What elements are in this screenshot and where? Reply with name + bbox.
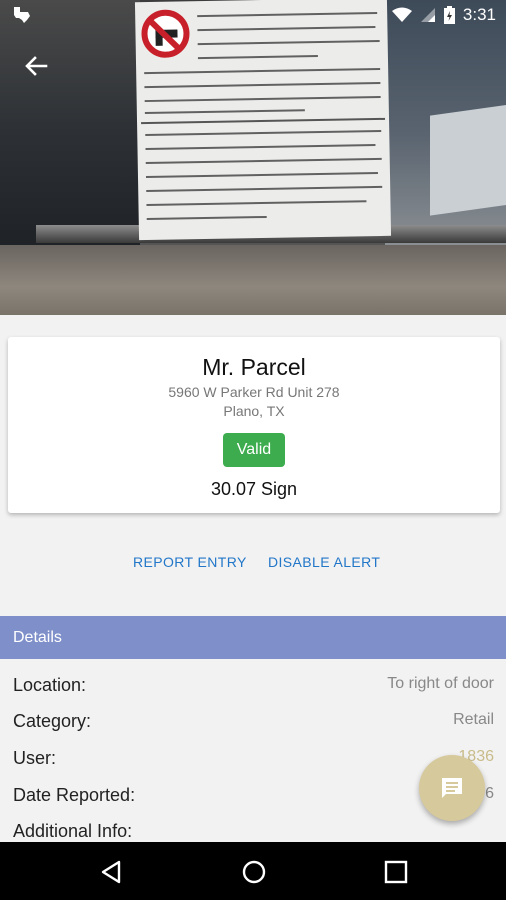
detail-value: Retail <box>453 711 494 728</box>
status-badge: Valid <box>223 433 285 467</box>
battery-icon <box>443 6 455 24</box>
detail-label: Location: <box>13 675 87 695</box>
texas-icon <box>14 7 30 23</box>
details-list: Location: To right of door Category: Ret… <box>0 660 506 842</box>
nav-recents-icon[interactable] <box>383 859 409 885</box>
status-time: 3:31 <box>462 5 496 24</box>
photo-floor <box>0 245 506 315</box>
detail-label: Date Reported: <box>13 785 136 805</box>
photo-sign <box>134 0 392 241</box>
nav-home-icon[interactable] <box>241 859 267 885</box>
status-bar: 3:31 <box>0 0 506 30</box>
chat-message-icon <box>442 778 462 798</box>
detail-value: To right of door <box>387 675 494 692</box>
detail-label: User: <box>13 748 57 768</box>
disable-alert-button[interactable]: DISABLE ALERT <box>268 554 380 570</box>
location-address: 5960 W Parker Rd Unit 278 <box>168 384 340 400</box>
chat-fab-button[interactable] <box>419 755 485 821</box>
action-buttons: REPORT ENTRY DISABLE ALERT <box>0 554 506 576</box>
detail-row-location: Location: To right of door <box>0 660 506 696</box>
sign-type: 30.07 Sign <box>210 479 298 499</box>
back-arrow-icon[interactable] <box>20 50 52 82</box>
detail-label: Category: <box>13 711 92 731</box>
wifi-icon <box>391 7 412 22</box>
detail-value: 6 <box>485 785 494 802</box>
report-entry-button[interactable]: REPORT ENTRY <box>133 554 247 570</box>
header-photo <box>0 0 506 315</box>
photo-background <box>0 0 140 250</box>
location-card: Mr. Parcel 5960 W Parker Rd Unit 278 Pla… <box>8 337 500 513</box>
location-name: Mr. Parcel <box>202 354 306 380</box>
detail-row-category: Category: Retail <box>0 696 506 732</box>
location-city: Plano, TX <box>223 403 285 419</box>
signal-icon <box>420 8 435 22</box>
photo-window <box>430 104 506 216</box>
details-header: Details <box>0 616 506 659</box>
nav-back-icon[interactable] <box>98 859 124 885</box>
detail-label: Additional Info: <box>13 821 133 841</box>
system-nav-bar <box>0 842 506 900</box>
